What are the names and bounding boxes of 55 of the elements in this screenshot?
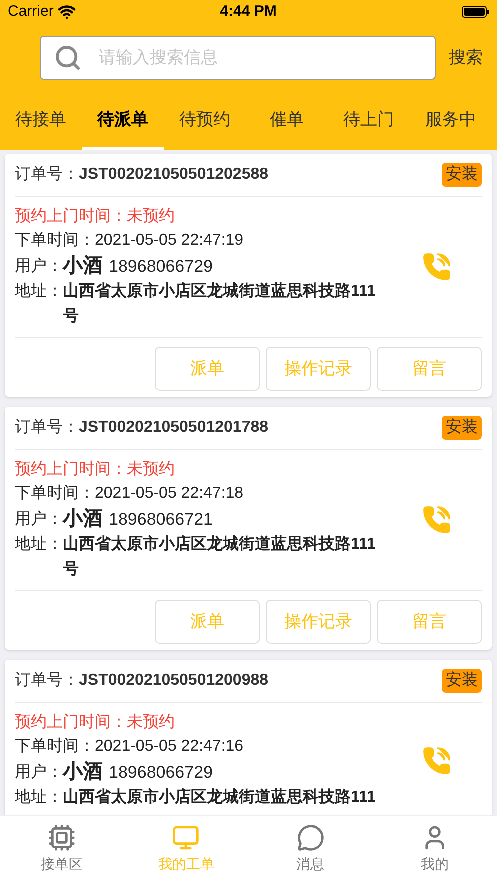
search-field[interactable]: 请输入搜索信息 [40, 36, 436, 80]
tab[interactable]: 待上门 [328, 92, 410, 150]
order-label: 订单号： [15, 418, 79, 438]
order-time: 2021-05-05 22:47:18 [95, 484, 244, 504]
user-label: 用户： [15, 510, 63, 530]
order-time-label: 下单时间： [15, 230, 95, 251]
chat-bubble-icon [296, 824, 325, 852]
tab[interactable]: 待接单 [0, 92, 82, 150]
address-label: 地址： [15, 534, 63, 555]
nav-tab[interactable]: 消息 [248, 816, 373, 883]
search-button[interactable]: 搜索 [449, 45, 483, 71]
monitor-icon [172, 824, 200, 852]
appointment-status: 预约上门时间：未预约 [15, 712, 176, 733]
appointment-status: 预约上门时间：未预约 [15, 460, 176, 480]
tab[interactable]: 待预约 [164, 92, 246, 150]
order-time: 2021-05-05 22:47:16 [95, 737, 244, 757]
battery-icon [462, 6, 489, 18]
user-phone: 18968066729 [109, 256, 214, 278]
user-phone: 18968066729 [109, 762, 214, 784]
order-label: 订单号： [15, 671, 79, 691]
address-label: 地址： [15, 788, 63, 808]
service-tag: 安装 [442, 163, 482, 187]
user-name: 小酒 [63, 760, 103, 785]
order-time: 2021-05-05 22:47:19 [95, 231, 244, 251]
user-label: 用户： [15, 258, 63, 277]
address: 山西省太原市小店区龙城街道蓝思科技路111 [63, 787, 377, 808]
user-label: 用户： [15, 764, 63, 783]
search-icon [54, 44, 82, 72]
tab[interactable]: 服务中 [410, 92, 492, 150]
order-number: JST002021050501200988 [79, 671, 269, 691]
order-number: JST002021050501201788 [79, 418, 269, 438]
nav-tab[interactable]: 接单区 [0, 816, 124, 883]
user-name: 小酒 [63, 507, 103, 532]
order-number: JST002021050501202588 [79, 165, 269, 185]
service-tag: 安装 [442, 416, 482, 440]
address-label: 地址： [15, 282, 63, 302]
order-label: 订单号： [15, 165, 79, 185]
service-tag: 安装 [442, 669, 482, 693]
order-time-label: 下单时间： [15, 484, 95, 504]
address: 山西省太原市小店区龙城街道蓝思科技路111号 [63, 281, 377, 327]
phone-icon[interactable] [422, 252, 452, 282]
chip-icon [48, 824, 76, 852]
address: 山西省太原市小店区龙城街道蓝思科技路111号 [63, 534, 377, 580]
nav-tab[interactable]: 我的 [372, 816, 497, 883]
appointment-status: 预约上门时间：未预约 [15, 206, 176, 227]
tab[interactable]: 待派单 [82, 92, 164, 150]
order-time-label: 下单时间： [15, 736, 95, 757]
phone-icon[interactable] [422, 505, 452, 535]
tab[interactable]: 催单 [246, 92, 328, 150]
wifi-icon [58, 3, 76, 21]
carrier-label: Carrier [8, 2, 54, 22]
status-time: 4:44 PM [220, 2, 277, 22]
user-name: 小酒 [63, 254, 103, 279]
user-phone: 18968066721 [109, 509, 214, 531]
phone-icon[interactable] [422, 746, 452, 776]
